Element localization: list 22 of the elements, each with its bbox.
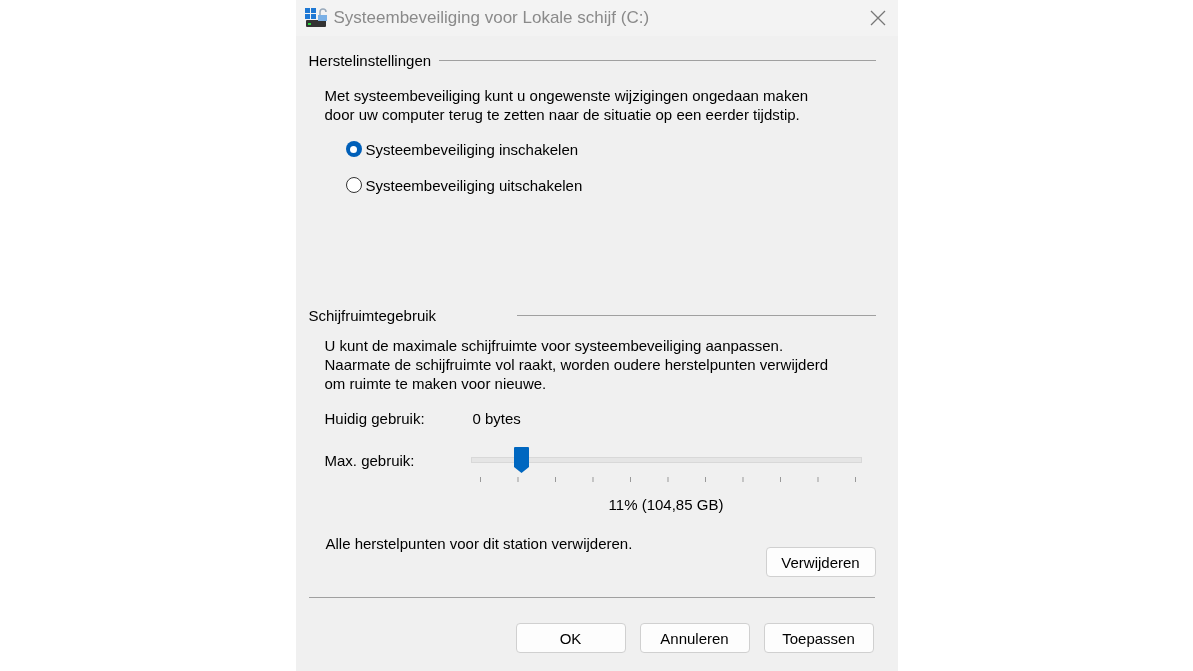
delete-button[interactable]: Verwijderen [765,547,876,577]
drive-lock-icon [304,8,328,28]
group-heading: Herstelinstellingen [308,51,432,69]
radio-label[interactable]: Systeembeveiliging uitschakelen [365,176,583,194]
close-icon[interactable] [869,10,886,26]
usage-reading: 11% (104,85 GB) [608,496,724,513]
field-label: Huidig gebruik: [324,410,426,427]
radio-button[interactable] [345,141,362,157]
null[interactable]: OK [515,623,626,653]
field-label: Max. gebruik: [324,451,416,469]
null[interactable]: Toepassen [763,623,874,653]
window-title: Systeembeveiliging voor Lokale schijf (C:) [333,8,651,28]
delete-text: Alle herstelpunten voor dit station verwijderen. [325,535,633,552]
slider[interactable] [470,447,862,473]
group-heading: Schijfruimtegebruik [308,306,438,324]
usage-value: 0 bytes [472,410,521,427]
description-text: U kunt de maximale schijfruimte voor systeembeveiliging aanpassen. Naarmate de schijfruimte vol raakt, worden oudere herstelpunten verwijderd om ruimte te maken voor nieuwe. [324,336,830,393]
radio-button[interactable] [345,177,362,193]
null[interactable]: Annuleren [639,623,750,653]
slider-thumb[interactable] [513,447,529,473]
radio-label[interactable]: Systeembeveiliging inschakelen [365,140,579,158]
description-text: Met systeembeveiliging kunt u ongewenste wijzigingen ongedaan maken door uw computer terug te zetten naar de situatie op een eerder tijdstip. [324,86,810,124]
